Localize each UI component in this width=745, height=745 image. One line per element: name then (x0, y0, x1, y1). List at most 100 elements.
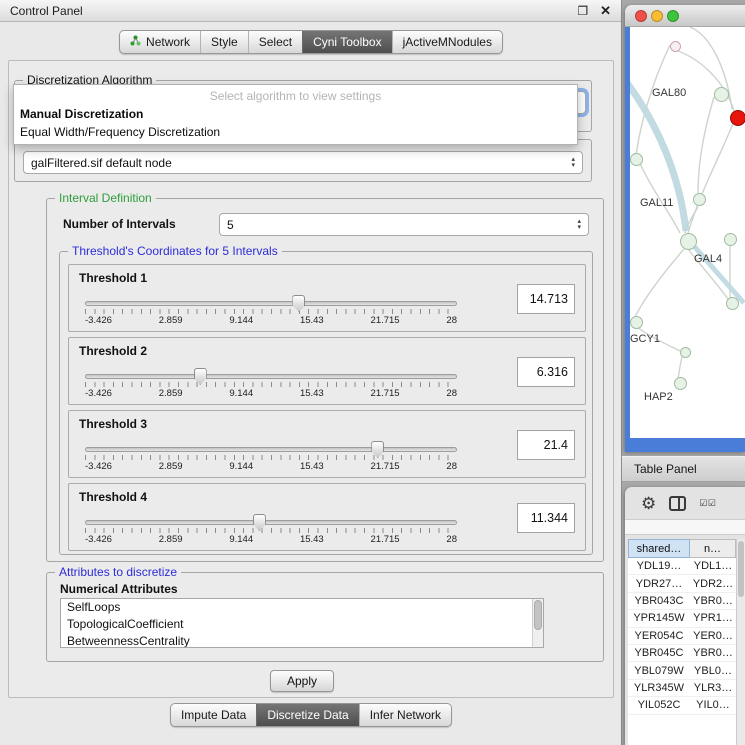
scrollbar-thumb[interactable] (534, 600, 542, 630)
network-node[interactable] (630, 316, 643, 329)
table-row[interactable]: YBR045CYBR0… (628, 645, 736, 662)
combo-arrows-icon: ▴▾ (570, 219, 581, 231)
close-icon[interactable]: ✕ (600, 5, 611, 17)
slider-track[interactable] (85, 520, 457, 525)
threshold-4-value-field[interactable]: 11.344 (517, 503, 575, 533)
network-node[interactable] (680, 233, 697, 250)
cell[interactable]: YDR2… (690, 575, 736, 591)
algorithm-option-manual[interactable]: Manual Discretization (14, 106, 577, 124)
mac-zoom-icon[interactable] (667, 10, 679, 22)
cell[interactable]: YBR0… (690, 645, 736, 661)
tick-label: 21.715 (371, 388, 400, 399)
network-node[interactable] (670, 41, 681, 52)
columns-icon[interactable] (669, 496, 686, 511)
select-all-icon[interactable]: ☑☑ (699, 498, 716, 509)
table-data-combobox[interactable]: galFiltered.sif default node ▴▾ (23, 151, 583, 174)
cell[interactable]: YBL0… (690, 662, 736, 678)
tab-discretize-data[interactable]: Discretize Data (256, 704, 358, 726)
network-selected-frame: GAL80 GAL11 GAL4 GCY1 HAP2 (625, 27, 745, 452)
threshold-3-value-field[interactable]: 21.4 (517, 430, 575, 460)
tick-label: -3.426 (85, 534, 112, 545)
tab-cyni-toolbox[interactable]: Cyni Toolbox (302, 31, 391, 53)
algorithm-option-equal-width[interactable]: Equal Width/Frequency Discretization (14, 124, 577, 142)
float-window-icon[interactable]: ❐ (577, 5, 588, 17)
slider-track[interactable] (85, 301, 457, 306)
column-header-name[interactable]: n… (690, 539, 736, 558)
cell[interactable]: YBR043C (628, 593, 690, 609)
mac-close-icon[interactable] (635, 10, 647, 22)
tab-impute-data[interactable]: Impute Data (171, 704, 256, 726)
network-node[interactable] (680, 347, 691, 358)
network-canvas[interactable]: GAL80 GAL11 GAL4 GCY1 HAP2 (630, 27, 745, 438)
threshold-2-slider[interactable]: -3.426 2.859 9.144 15.43 21.715 28 (85, 365, 457, 399)
table-row[interactable]: YLR345WYLR3… (628, 680, 736, 697)
tick-label: 2.859 (159, 461, 183, 472)
table-row[interactable]: YDR27…YDR2… (628, 575, 736, 592)
tab-network[interactable]: Network (120, 31, 200, 53)
mac-minimize-icon[interactable] (651, 10, 663, 22)
list-item[interactable]: SelfLoops (61, 599, 543, 616)
table-row[interactable]: YIL052CYIL0… (628, 697, 736, 714)
list-item[interactable]: TopologicalCoefficient (61, 616, 543, 633)
table-row[interactable]: YPR145WYPR1… (628, 610, 736, 627)
tab-jactivemnodules-label: jActiveMNodules (403, 35, 492, 49)
network-node-selected-red[interactable] (730, 110, 745, 126)
cell[interactable]: YIL052C (628, 697, 690, 713)
table-row[interactable]: YER054CYER0… (628, 628, 736, 645)
threshold-3-label: Threshold 3 (79, 417, 147, 431)
table-row[interactable]: YBL079WYBL0… (628, 662, 736, 679)
gear-icon[interactable]: ⚙ (641, 495, 656, 512)
combo-arrows-icon: ▴▾ (564, 157, 575, 169)
cell[interactable]: YBR0… (690, 593, 736, 609)
cell[interactable]: YPR145W (628, 610, 690, 626)
numerical-attributes-list[interactable]: SelfLoops TopologicalCoefficient Between… (60, 598, 544, 648)
cell[interactable]: YDR27… (628, 575, 690, 591)
cell[interactable]: YER0… (690, 628, 736, 644)
threshold-4-slider[interactable]: -3.426 2.859 9.144 15.43 21.715 28 (85, 511, 457, 545)
cell[interactable]: YER054C (628, 628, 690, 644)
cell[interactable]: YDL19… (628, 558, 690, 574)
cell[interactable]: YIL0… (690, 697, 736, 713)
scrollbar-thumb[interactable] (738, 541, 744, 597)
table-row[interactable]: YBR043CYBR0… (628, 593, 736, 610)
cell[interactable]: YBL079W (628, 662, 690, 678)
network-node[interactable] (674, 377, 687, 390)
tab-infer-network[interactable]: Infer Network (359, 704, 451, 726)
network-node[interactable] (630, 153, 643, 166)
cell[interactable]: YBR045C (628, 645, 690, 661)
network-node[interactable] (724, 233, 737, 246)
tab-select[interactable]: Select (248, 31, 302, 53)
threshold-1-value-field[interactable]: 14.713 (517, 284, 575, 314)
tick-label: 2.859 (159, 534, 183, 545)
number-of-intervals-combobox[interactable]: 5 ▴▾ (219, 213, 589, 236)
node-label: GAL80 (652, 87, 686, 99)
network-node[interactable] (693, 193, 706, 206)
cell[interactable]: YLR345W (628, 680, 690, 696)
control-panel-window: Control Panel ❐ ✕ Network Style Select C… (0, 0, 622, 745)
tab-jactivemnodules[interactable]: jActiveMNodules (392, 31, 502, 53)
table-scrollbar[interactable] (736, 539, 745, 745)
threshold-1-slider[interactable]: -3.426 2.859 9.144 15.43 21.715 28 (85, 292, 457, 326)
control-panel-title: Control Panel (10, 4, 83, 18)
tab-style[interactable]: Style (200, 31, 248, 53)
slider-tick-labels: -3.426 2.859 9.144 15.43 21.715 28 (85, 388, 457, 399)
slider-track[interactable] (85, 374, 457, 379)
tab-network-label: Network (146, 35, 190, 49)
network-node[interactable] (714, 87, 729, 102)
slider-tick-labels: -3.426 2.859 9.144 15.43 21.715 28 (85, 534, 457, 545)
tick-label: 2.859 (159, 388, 183, 399)
threshold-3-slider[interactable]: -3.426 2.859 9.144 15.43 21.715 28 (85, 438, 457, 472)
cell[interactable]: YPR1… (690, 610, 736, 626)
cell[interactable]: YDL1… (690, 558, 736, 574)
interval-definition-group-label: Interval Definition (55, 191, 156, 205)
column-header-shared-name[interactable]: shared… (628, 539, 690, 558)
numerical-attributes-label: Numerical Attributes (60, 582, 178, 596)
threshold-2-value-field[interactable]: 6.316 (517, 357, 575, 387)
list-item[interactable]: BetweennessCentrality (61, 633, 543, 648)
apply-button[interactable]: Apply (270, 670, 334, 692)
table-row[interactable]: YDL19…YDL1… (628, 558, 736, 575)
slider-track[interactable] (85, 447, 457, 452)
list-scrollbar[interactable] (532, 599, 543, 647)
cell[interactable]: YLR3… (690, 680, 736, 696)
network-node[interactable] (726, 297, 739, 310)
